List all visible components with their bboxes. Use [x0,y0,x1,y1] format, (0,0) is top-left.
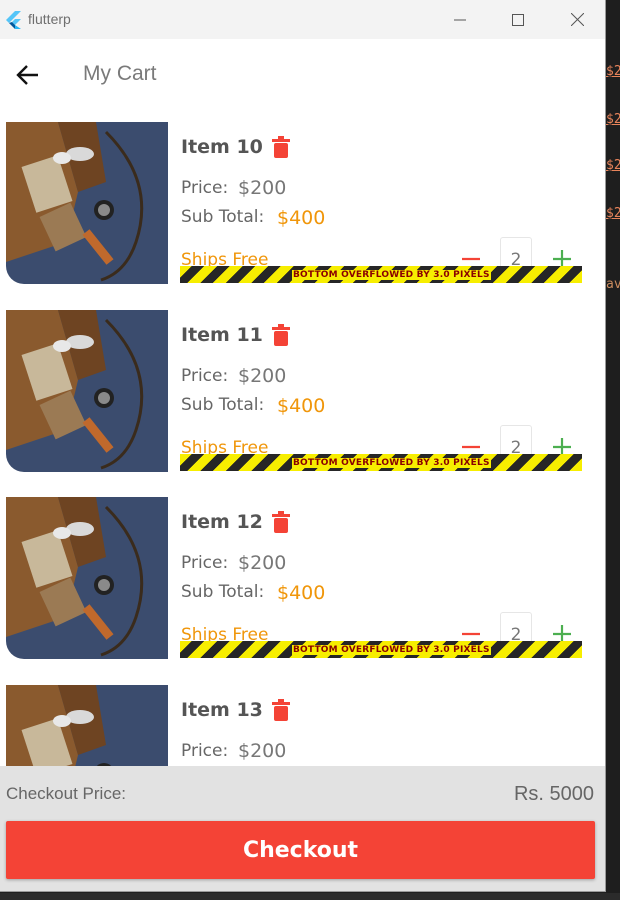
overflow-warning-stripe: BOTTOM OVERFLOWED BY 3.0 PIXELS [180,641,582,658]
price-label: Price: [181,553,229,573]
trash-icon[interactable] [272,324,290,346]
item-title: Item 12 [181,511,263,533]
price-value: $200 [238,552,287,574]
minimize-icon [454,19,466,20]
app-window: flutterp My Cart Item 10 Price: $200 Sub… [0,0,606,892]
subtotal-label: Sub Total: [181,582,265,602]
overflow-warning-text: BOTTOM OVERFLOWED BY 3.0 PIXELS [292,645,491,655]
editor-fragment: $2 [606,64,620,79]
price-label: Price: [181,366,229,386]
overflow-warning-stripe: BOTTOM OVERFLOWED BY 3.0 PIXELS [180,266,582,283]
checkout-price-label: Checkout Price: [6,784,126,803]
subtotal-value: $400 [277,395,326,417]
price-value: $200 [238,740,287,762]
title-bar[interactable]: flutterp [0,0,605,39]
trash-icon[interactable] [272,699,290,721]
cart-list[interactable]: Item 10 Price: $200 Sub Total: $400 Ship… [0,111,605,766]
price-label: Price: [181,178,229,198]
background-taskbar [0,893,620,900]
page-title: My Cart [83,62,157,85]
close-button[interactable] [548,0,605,39]
maximize-icon [512,13,524,26]
subtotal-value: $400 [277,582,326,604]
overflow-warning-text: BOTTOM OVERFLOWED BY 3.0 PIXELS [292,458,491,468]
item-title: Item 11 [181,324,263,346]
checkout-footer: Checkout Price: Rs. 5000 Checkout [0,766,605,891]
editor-fragment: $2 [606,158,620,173]
background-editor: $2 $2 $2 $2 av [606,0,620,900]
price-label: Price: [181,741,229,761]
price-value: $200 [238,177,287,199]
subtotal-value: $400 [277,207,326,229]
checkout-button[interactable]: Checkout [6,821,595,879]
minimize-button[interactable] [431,0,489,39]
subtotal-label: Sub Total: [181,395,265,415]
cart-item-card: Item 12 Price: $200 Sub Total: $400 Ship… [6,497,605,660]
flutter-logo-icon [6,11,21,29]
window-title: flutterp [28,11,71,27]
close-icon [570,13,584,26]
cart-item-card: Item 10 Price: $200 Sub Total: $400 Ship… [6,122,605,285]
checkout-price-value: Rs. 5000 [513,783,594,805]
overflow-warning-stripe: BOTTOM OVERFLOWED BY 3.0 PIXELS [180,454,582,471]
arrow-back-icon[interactable] [14,61,42,89]
item-title: Item 13 [181,699,263,721]
maximize-button[interactable] [489,0,547,39]
subtotal-label: Sub Total: [181,207,265,227]
editor-fragment: av [606,277,620,292]
cart-item-card: Item 13 Price: $200 [6,685,605,766]
trash-icon[interactable] [272,136,290,158]
editor-fragment: $2 [606,206,620,221]
app-bar: My Cart [0,39,605,111]
price-value: $200 [238,365,287,387]
overflow-warning-text: BOTTOM OVERFLOWED BY 3.0 PIXELS [292,270,491,280]
product-image [6,310,168,472]
trash-icon[interactable] [272,511,290,533]
cart-item-card: Item 11 Price: $200 Sub Total: $400 Ship… [6,310,605,473]
product-image [6,685,168,766]
product-image [6,122,168,284]
item-title: Item 10 [181,136,263,158]
editor-fragment: $2 [606,112,620,127]
product-image [6,497,168,659]
